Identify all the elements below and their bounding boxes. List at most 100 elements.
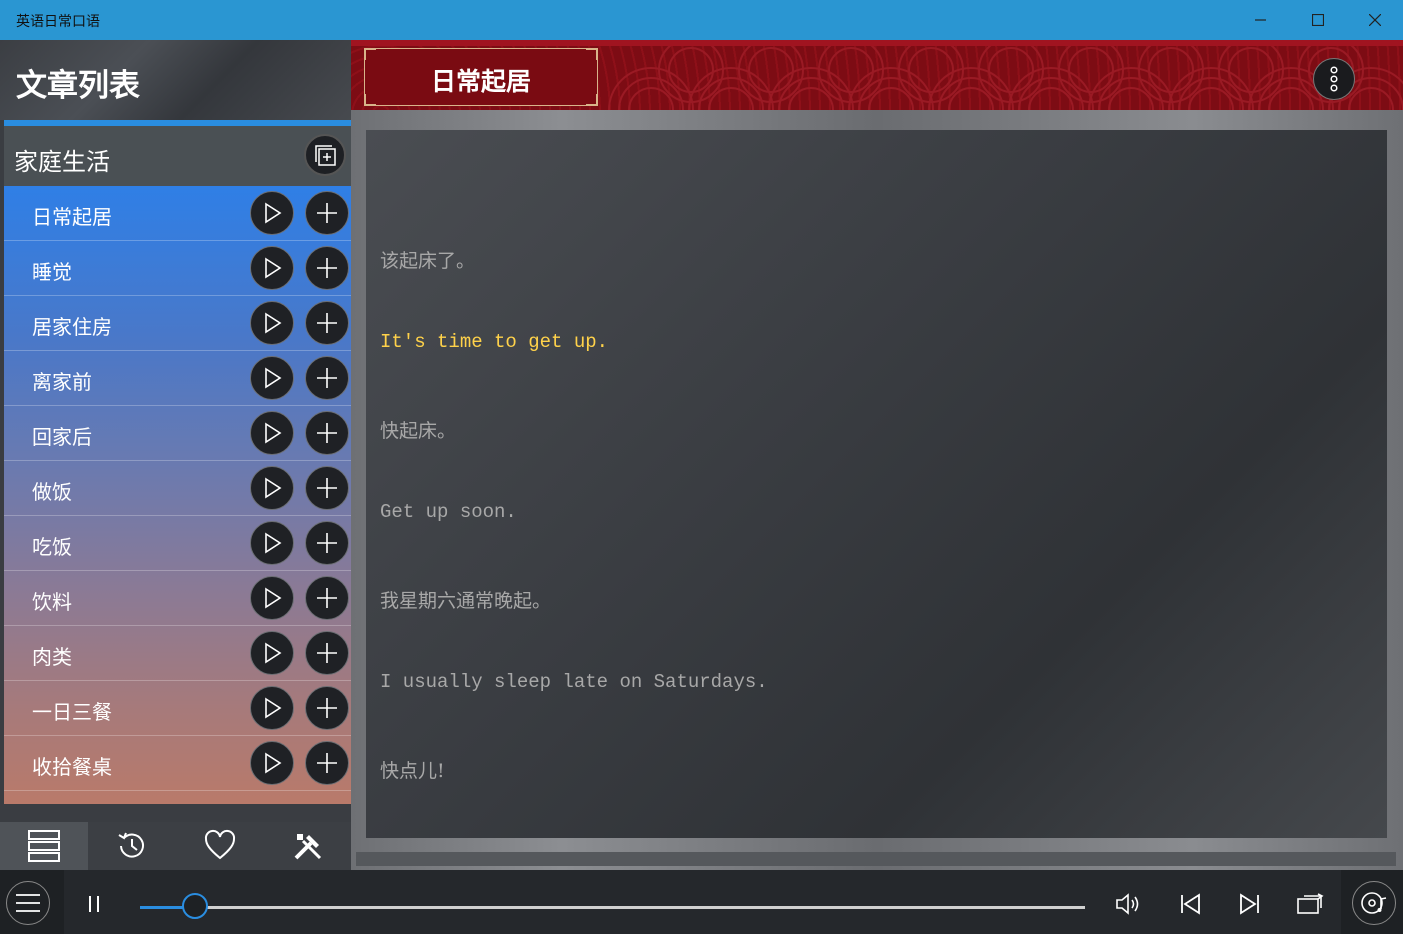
play-button[interactable]: [250, 741, 294, 785]
play-button[interactable]: [250, 631, 294, 675]
sidebar-header: 文章列表: [0, 40, 351, 120]
play-icon: [265, 697, 282, 719]
sidebar-tabbar: [0, 822, 351, 870]
add-button[interactable]: [305, 466, 349, 510]
plus-icon: [317, 753, 337, 773]
list-item[interactable]: 一日三餐: [4, 681, 351, 736]
list-item[interactable]: 吃饭: [4, 516, 351, 571]
plus-icon: [317, 203, 337, 223]
play-icon: [265, 477, 282, 499]
sentence-line[interactable]: I usually sleep late on Saturdays.: [380, 671, 768, 693]
banner-top-edge: [351, 40, 1403, 46]
list-item-label: 睡觉: [32, 260, 72, 284]
more-options-button[interactable]: [1313, 58, 1355, 100]
list-item[interactable]: 日常起居: [4, 186, 351, 241]
sentence-line[interactable]: 快点儿!: [380, 756, 445, 783]
now-playing-button[interactable]: [1352, 881, 1396, 925]
list-item-label: 日常起居: [32, 205, 112, 229]
list-item[interactable]: 离家前: [4, 351, 351, 406]
plus-icon: [317, 643, 337, 663]
play-icon: [265, 752, 282, 774]
article-content[interactable]: 该起床了。 It's time to get up. 快起床。 Get up s…: [366, 130, 1387, 838]
list-item[interactable]: 居家住房: [4, 296, 351, 351]
close-button[interactable]: [1346, 0, 1403, 40]
title-bar: 英语日常口语: [0, 0, 1403, 40]
progress-slider[interactable]: [140, 893, 1085, 919]
add-button[interactable]: [305, 411, 349, 455]
play-button[interactable]: [250, 191, 294, 235]
list-item-label: 吃饭: [32, 535, 72, 559]
pause-button[interactable]: [78, 888, 110, 920]
list-item-label: 一日三餐: [32, 700, 112, 724]
plus-icon: [317, 588, 337, 608]
plus-icon: [317, 313, 337, 333]
list-item-label: 离家前: [32, 370, 92, 394]
sentence-line[interactable]: 我星期六通常晚起。: [380, 586, 551, 613]
article-title: 日常起居: [430, 67, 531, 96]
next-button[interactable]: [1234, 888, 1266, 920]
skip-previous-icon: [1181, 893, 1200, 915]
list-item[interactable]: 做饭: [4, 461, 351, 516]
minimize-button[interactable]: [1232, 0, 1289, 40]
list-item-label: 居家住房: [32, 315, 112, 339]
tab-history[interactable]: [88, 822, 176, 870]
add-button[interactable]: [305, 246, 349, 290]
play-button[interactable]: [250, 301, 294, 345]
play-button[interactable]: [250, 356, 294, 400]
plus-icon: [317, 423, 337, 443]
plus-icon: [317, 258, 337, 278]
list-item-label: 做饭: [32, 480, 72, 504]
list-item-label: 肉类: [32, 645, 72, 669]
tools-icon: [294, 834, 322, 860]
player-bar: [0, 870, 1403, 934]
volume-button[interactable]: [1113, 888, 1145, 920]
play-button[interactable]: [250, 686, 294, 730]
play-button[interactable]: [250, 411, 294, 455]
list-item-label: 收拾餐桌: [32, 755, 112, 779]
add-button[interactable]: [305, 356, 349, 400]
list-item-label: 饮料: [32, 590, 72, 614]
add-button[interactable]: [305, 521, 349, 565]
tab-tools[interactable]: [264, 822, 352, 870]
progress-thumb[interactable]: [181, 893, 208, 919]
play-button[interactable]: [250, 576, 294, 620]
add-button[interactable]: [305, 191, 349, 235]
play-button[interactable]: [250, 246, 294, 290]
add-button[interactable]: [305, 686, 349, 730]
repeat-mode-button[interactable]: [1294, 888, 1326, 920]
play-icon: [265, 202, 282, 224]
play-icon: [265, 257, 282, 279]
list-item-label: 回家后: [32, 425, 92, 449]
list-item[interactable]: 饮料: [4, 571, 351, 626]
tab-favorites[interactable]: [176, 822, 264, 870]
add-button[interactable]: [305, 301, 349, 345]
add-button[interactable]: [305, 576, 349, 620]
pause-icon: [89, 896, 99, 912]
category-bar[interactable]: 家庭生活: [4, 126, 351, 186]
add-playlist-icon: [315, 145, 336, 166]
player-controls: [64, 870, 1341, 934]
play-button[interactable]: [250, 466, 294, 510]
reader-panel: 日常起居 该起床了。 It's time to get up. 快起床。 Get…: [351, 40, 1403, 870]
play-button[interactable]: [250, 521, 294, 565]
title-banner: 日常起居: [351, 40, 1403, 110]
maximize-button[interactable]: [1289, 0, 1346, 40]
list-item[interactable]: 收拾餐桌: [4, 736, 351, 791]
sentence-line[interactable]: Get up soon.: [380, 501, 517, 523]
sentence-line[interactable]: 该起床了。: [380, 246, 475, 273]
list-item[interactable]: 回家后: [4, 406, 351, 461]
sentence-line[interactable]: 快起床。: [380, 416, 456, 443]
add-button[interactable]: [305, 631, 349, 675]
list-item[interactable]: 睡觉: [4, 241, 351, 296]
add-button[interactable]: [305, 741, 349, 785]
sentence-line-active[interactable]: It's time to get up.: [380, 331, 608, 353]
plus-icon: [317, 533, 337, 553]
add-all-button[interactable]: [304, 134, 346, 176]
sidebar-heading: 文章列表: [16, 68, 140, 104]
tab-list[interactable]: [0, 822, 88, 870]
menu-button[interactable]: [6, 881, 50, 925]
list-item[interactable]: 肉类: [4, 626, 351, 681]
content-bottom-strip: [356, 852, 1396, 866]
volume-icon: [1116, 893, 1139, 915]
previous-button[interactable]: [1174, 888, 1206, 920]
